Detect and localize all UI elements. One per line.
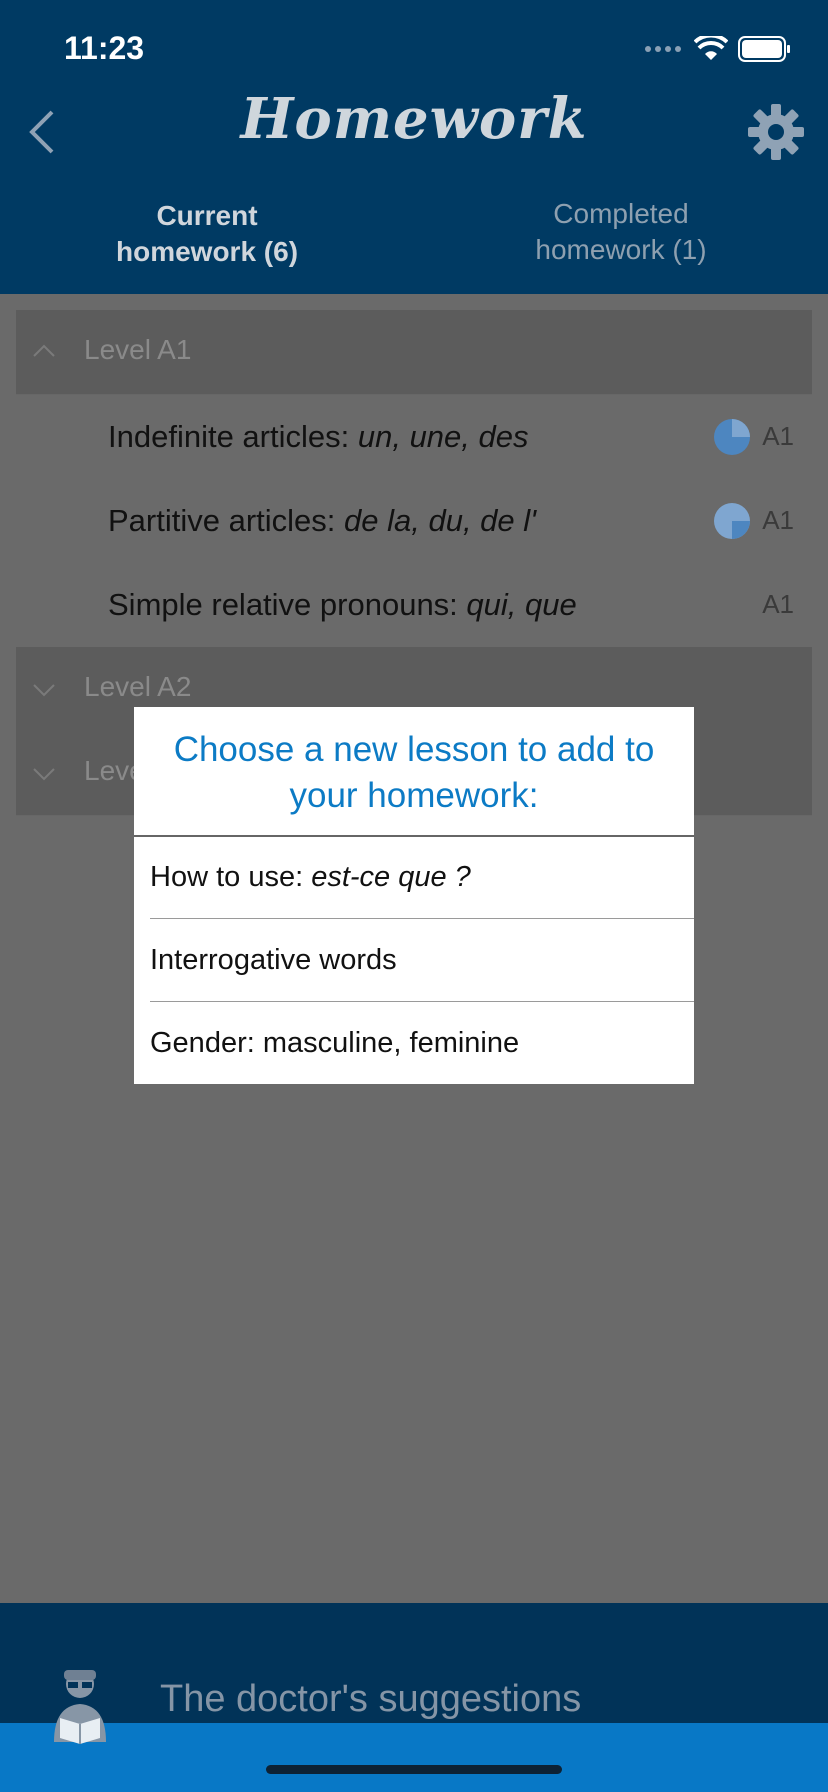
lesson-option[interactable]: How to use: est-ce que ? [150,837,694,919]
tab-completed-line1: Completed [553,198,689,229]
status-icons [644,36,792,62]
lesson-title: Indefinite articles: un, une, des [108,419,529,454]
app-header: 11:23 Homework Current homework (6) Comp… [0,0,828,294]
lesson-level-badge: A1 [762,421,794,451]
lesson-level-badge: A1 [762,589,794,619]
chevron-up-icon [33,344,55,357]
doctor-reading-icon [54,1670,106,1744]
lesson-level-badge: A1 [762,505,794,535]
lesson-option-label: Gender: masculine, feminine [150,1027,520,1059]
progress-pie-icon [714,419,750,455]
doctor-suggestions-label[interactable]: The doctor's suggestions [160,1678,581,1721]
list-item-lesson[interactable]: Partitive articles: de la, du, de l' A1 [16,479,812,564]
tab-completed-homework[interactable]: Completed homework (1) [414,196,828,268]
lesson-option-label: Interrogative words [150,944,397,976]
list-item-lesson[interactable]: Simple relative pronouns: qui, que A1 [16,563,812,648]
tab-current-line2: homework (6) [115,236,299,267]
list-item-lesson[interactable]: Indefinite articles: un, une, des A1 [16,395,812,480]
gear-icon[interactable] [744,100,808,164]
tab-current-line1: Current [156,200,258,231]
lesson-option-label: How to use: est-ce que ? [150,861,471,893]
home-indicator[interactable] [266,1765,562,1774]
level-header-a1[interactable]: Level A1 [16,310,812,395]
page-title: Homework [240,86,588,152]
battery-icon [738,36,790,62]
chevron-down-icon [33,768,55,781]
progress-pie-icon [714,503,750,539]
home-indicator-area [0,1723,828,1792]
tab-current-homework[interactable]: Current homework (6) [0,198,414,270]
add-lesson-dialog: Choose a new lesson to add to your homew… [134,707,694,1084]
lesson-title: Partitive articles: de la, du, de l' [108,503,537,538]
dialog-title: Choose a new lesson to add to your homew… [173,730,655,815]
tab-completed-line2: homework (1) [535,234,707,265]
divider [150,918,694,919]
lesson-option[interactable]: Interrogative words [150,920,694,1002]
chevron-down-icon [33,684,55,697]
level-label: Level A2 [84,671,192,702]
level-label: Level A1 [84,334,192,365]
divider [150,1001,694,1002]
lesson-option[interactable]: Gender: masculine, feminine [150,1003,694,1085]
wifi-icon [694,36,728,60]
lesson-title: Simple relative pronouns: qui, que [108,587,577,622]
status-time: 11:23 [64,30,145,66]
cellular-signal-icon [645,46,681,52]
